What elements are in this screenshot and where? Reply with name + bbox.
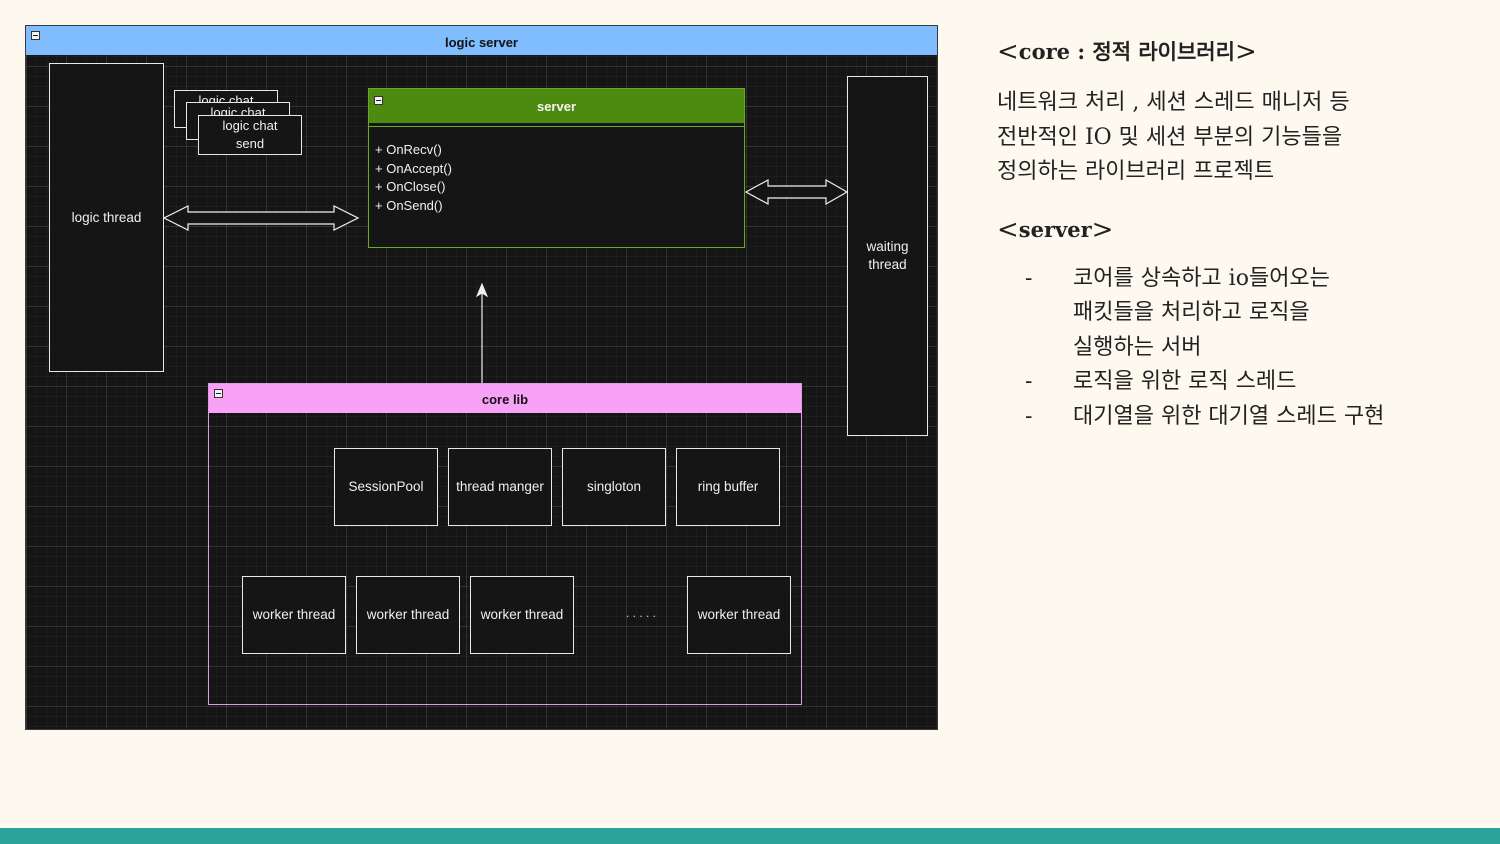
notes-panel: < core : 정적 라이브러리 > 네트워크 처리 , 세션 스레드 매니저… (997, 32, 1477, 434)
bullet-line: 코어를 상속하고 io들어오는 (1073, 265, 1330, 291)
bullet-line: 로직을 위한 로직 스레드 (1073, 369, 1297, 394)
bullet-line: 패킷들을 처리하고 로직을 (1073, 300, 1310, 325)
server-bullet-list: - 코어를 상속하고 io들어오는 패킷들을 처리하고 로직을 실행하는 서버 … (997, 262, 1477, 435)
core-description: 네트워크 처리 , 세션 스레드 매니저 등 전반적인 IO 및 세션 부분의 … (997, 86, 1477, 190)
angle-open: < (997, 37, 1019, 67)
list-item: - 코어를 상속하고 io들어오는 패킷들을 처리하고 로직을 실행하는 서버 (997, 262, 1477, 366)
list-item: - 로직을 위한 로직 스레드 (997, 365, 1477, 400)
bullet-dash: - (1025, 403, 1033, 429)
angle-open: < (997, 214, 1019, 245)
bullet-line: 실행하는 서버 (1073, 334, 1202, 360)
architecture-diagram: logic server logic thread logic chat log… (25, 25, 938, 730)
server-heading: < server > (997, 210, 1477, 250)
bullet-dash: - (1025, 265, 1033, 291)
core-heading-text: core : 정적 라이브러리 (1018, 39, 1235, 64)
angle-close: > (1234, 37, 1257, 67)
angle-close: > (1091, 214, 1114, 245)
bullet-dash: - (1025, 369, 1033, 394)
core-heading: < core : 정적 라이브러리 > (997, 32, 1477, 72)
core-description-line: 전반적인 IO 및 세션 부분의 기능들을 (997, 124, 1343, 150)
server-heading-text: server (1018, 216, 1092, 242)
core-description-line: 정의하는 라이브러리 프로젝트 (997, 159, 1275, 184)
core-description-line: 네트워크 처리 , 세션 스레드 매니저 등 (997, 90, 1350, 115)
double-arrow-right (744, 178, 849, 206)
footer-accent-bar (0, 828, 1500, 844)
connector-arrows (162, 178, 849, 383)
bullet-line: 대기열을 위한 대기열 스레드 구현 (1073, 403, 1385, 429)
double-arrow-left (162, 205, 360, 231)
list-item: - 대기열을 위한 대기열 스레드 구현 (997, 400, 1477, 435)
